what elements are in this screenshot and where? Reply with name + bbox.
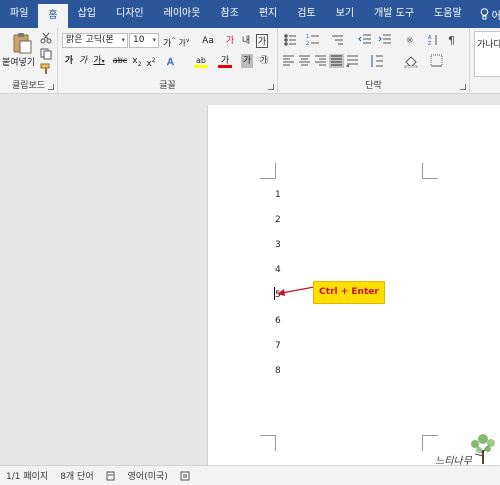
ribbon: 붙여넣기 클립보드 맑은 고딕(본 ▾ 10 ▾ 가^ 가v Aa 가 내 가 가 … [0,28,500,94]
proofing-status[interactable] [100,471,122,481]
tell-me-text: 어떤 작 [491,10,500,22]
svg-text:A: A [167,57,174,67]
align-center-icon [299,55,310,66]
tell-me-search[interactable]: 어떤 작 [472,7,500,22]
style-gallery-normal[interactable]: 가나다 [474,31,500,77]
margin-corner-top-left [260,163,276,179]
borders-icon [430,54,443,67]
tab-layout[interactable]: 레이아웃 [154,0,211,28]
font-name-select[interactable]: 맑은 고딕(본 ▾ [62,33,128,48]
watermark-logo: 느티나무 [435,432,500,468]
clipboard-dialog-launcher[interactable] [48,84,54,90]
watermark-text: 느티나무 [435,456,472,467]
character-border-button[interactable]: 가 [256,34,268,48]
shrink-font-button[interactable]: 가v [178,34,190,48]
enclose-characters-button[interactable]: ㉮ [258,54,270,68]
font-dialog-launcher[interactable] [268,84,274,90]
multilevel-list-icon [332,35,343,45]
tab-references[interactable]: 참조 [210,0,248,28]
align-right-icon [315,55,326,66]
text-effects-icon[interactable]: A [166,55,178,67]
tab-help[interactable]: 도움말 [424,0,472,28]
tab-design[interactable]: 디자인 [106,0,154,28]
svg-text:Z: Z [428,41,432,47]
margin-corner-top-right [422,163,438,179]
text-line: 3 [275,240,281,250]
tab-insert[interactable]: 삽입 [68,0,106,28]
tab-review[interactable]: 검토 [287,0,325,28]
paragraph-group-label: 단락 [365,81,382,91]
highlight-button[interactable]: ab [194,54,208,68]
format-painter-icon[interactable] [40,63,52,75]
increase-indent-icon [378,34,391,44]
superscript-button[interactable]: x2 [146,54,156,69]
strikethrough-button[interactable]: abc [110,54,130,68]
text-line: 6 [275,316,281,326]
proofing-icon [106,471,115,480]
lightbulb-icon [480,8,488,20]
margin-corner-bottom-left [260,435,276,451]
change-case-button[interactable]: Aa [199,34,217,48]
paste-icon[interactable] [12,32,32,54]
subscript-button[interactable]: x2 [132,54,142,68]
grow-font-button[interactable]: 가^ [163,34,176,49]
svg-text:¶: ¶ [448,34,455,47]
margin-corner-bottom-right [422,435,438,451]
phonetic-guide-button[interactable]: 내 [239,34,253,48]
tab-mailings[interactable]: 편지 [249,0,287,28]
numbering-icon: 12 [306,34,319,47]
italic-button[interactable]: 가 [78,54,88,68]
tab-file[interactable]: 파일 [0,0,38,28]
cut-icon[interactable] [40,32,52,44]
sort-icon: AZ [428,35,437,47]
shading-icon [404,56,418,68]
text-line: 8 [275,366,281,376]
page-count[interactable]: 1/1 페이지 [0,469,54,482]
bullets-icon [284,34,296,46]
text-line: 7 [275,341,281,351]
paragraph-row1-icons: 12 ※ AZ ¶ [284,34,455,47]
status-bar: 1/1 페이지 8개 단어 영어(미국) [0,465,500,485]
document-area: 1 2 3 4 5 6 7 8 Ctrl + Enter [0,94,500,465]
bold-button[interactable]: 가 [64,54,74,68]
text-line: 2 [275,215,281,225]
ribbon-tab-bar: 파일 홈 삽입 디자인 레이아웃 참조 편지 검토 보기 개발 도구 도움말 어… [0,0,500,28]
svg-text:1: 1 [306,34,309,40]
tab-developer[interactable]: 개발 도구 [364,0,424,28]
tab-view[interactable]: 보기 [326,0,364,28]
font-color-button[interactable]: 가 [218,54,232,68]
svg-text:2: 2 [306,41,309,47]
document-page[interactable]: 1 2 3 4 5 6 7 8 Ctrl + Enter [207,105,500,465]
clipboard-group: 붙여넣기 클립보드 [0,28,58,94]
accessibility-status[interactable] [174,471,196,481]
distributed-icon [345,55,358,68]
text-line: 1 [275,190,281,200]
font-size-select[interactable]: 10 ▾ [129,33,159,48]
copy-icon[interactable] [40,48,52,60]
language-indicator[interactable]: 영어(미국) [122,469,174,482]
callout-arrow [277,286,315,296]
clear-format-button[interactable]: 가 [224,34,236,48]
paragraph-dialog-launcher[interactable] [460,84,466,90]
tab-home[interactable]: 홈 [38,4,68,28]
character-shading-button[interactable]: 가 [241,54,253,68]
show-marks-icon: ¶ [448,34,455,47]
paragraph-row2-icons [283,54,443,68]
ctrl-enter-callout: Ctrl + Enter [313,281,385,304]
font-group-label: 글꼴 [159,81,176,91]
align-left-icon [283,55,294,66]
font-group: 맑은 고딕(본 ▾ 10 ▾ 가^ 가v Aa 가 내 가 가 가 가▾ abc x… [58,28,278,94]
paste-button[interactable]: 붙여넣기 [2,55,35,68]
asian-layout-icon: ※ [406,36,414,46]
word-count[interactable]: 8개 단어 [54,469,99,482]
paragraph-group: 12 ※ AZ ¶ 단락 [278,28,470,94]
decrease-indent-icon [358,34,371,44]
line-spacing-icon [371,55,383,67]
svg-text:※: ※ [406,36,414,46]
text-line: 4 [275,265,281,275]
accessibility-icon [180,471,190,480]
underline-button[interactable]: 가▾ [92,54,106,68]
